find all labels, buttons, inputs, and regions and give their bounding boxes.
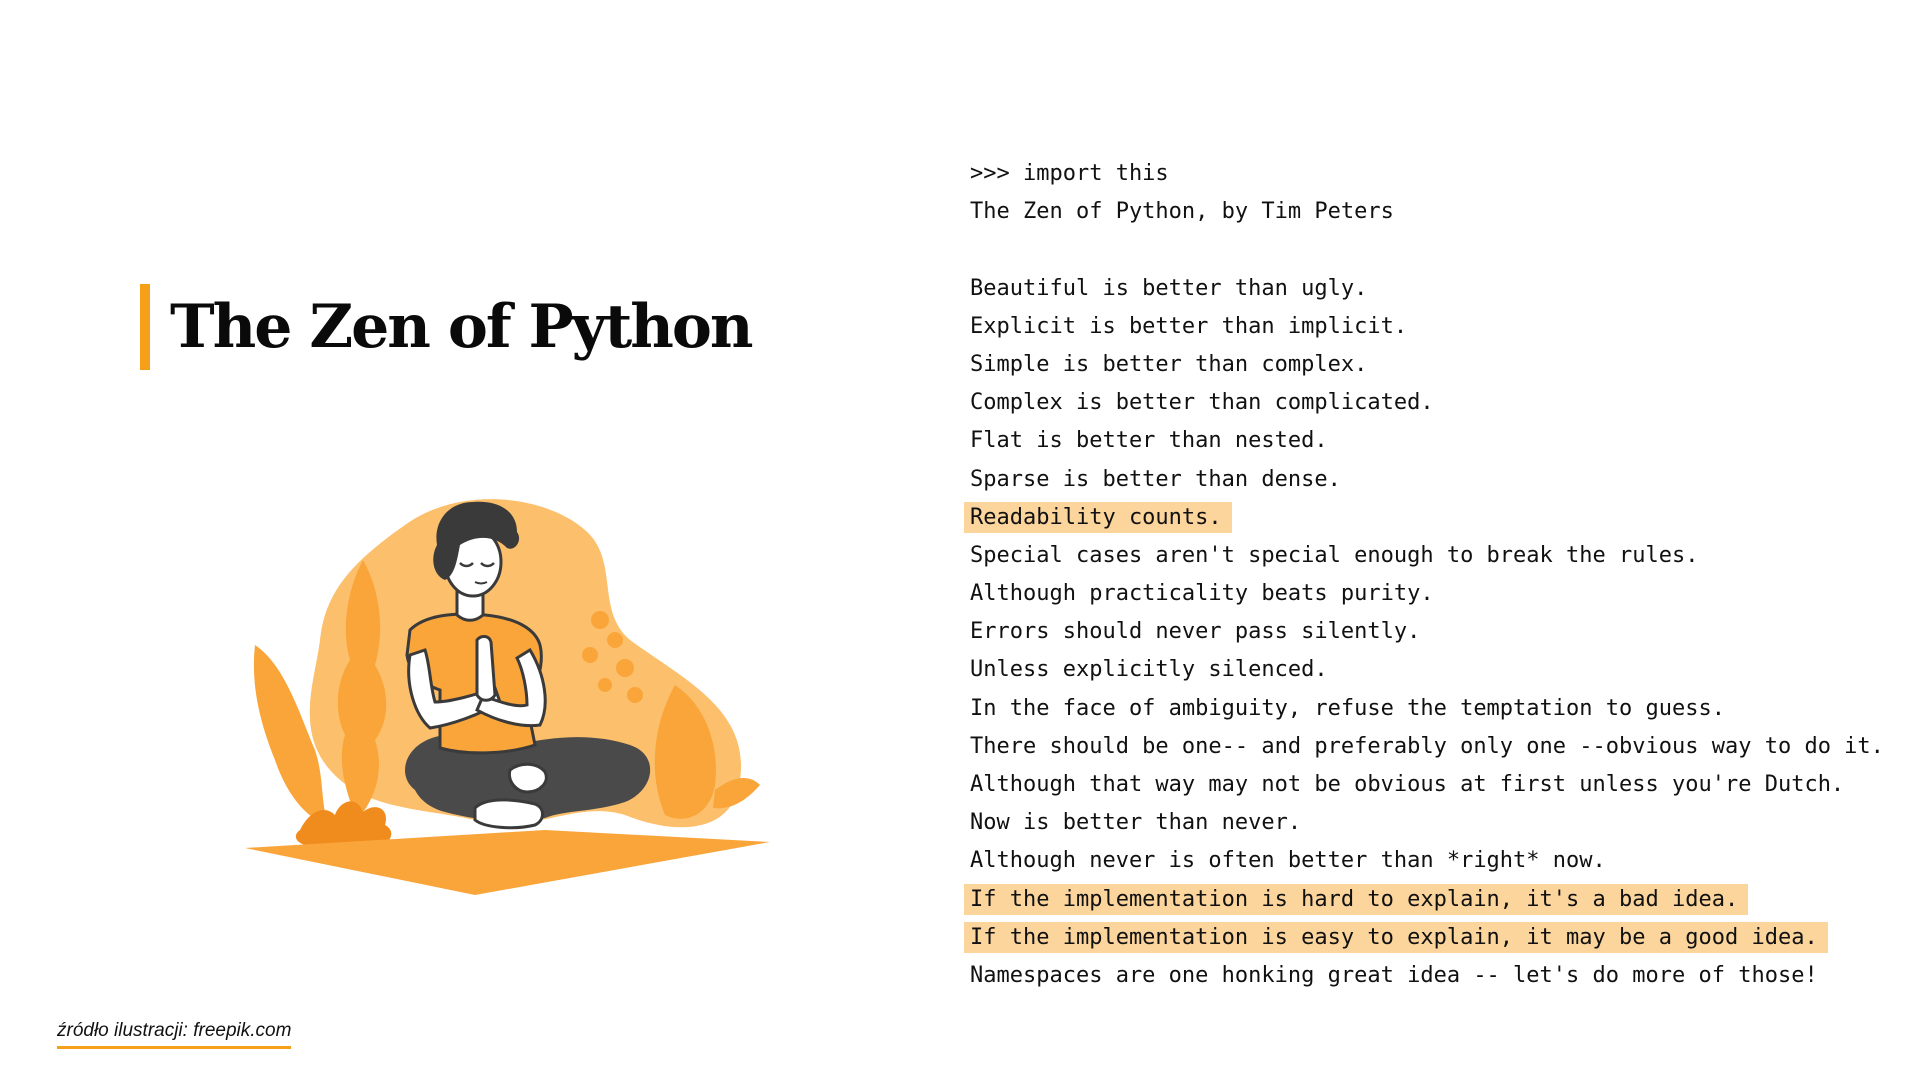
code-line-highlighted: Readability counts. — [964, 499, 1910, 537]
code-line-text: If the implementation is easy to explain… — [964, 921, 1828, 953]
code-line: Although never is often better than *rig… — [970, 842, 1910, 880]
person-foot-left — [473, 798, 544, 830]
zen-of-python-code: >>> import this The Zen of Python, by Tim… — [964, 155, 1910, 995]
code-line: There should be one-- and preferably onl… — [970, 728, 1910, 766]
meditation-illustration — [245, 499, 770, 895]
code-line: Simple is better than complex. — [970, 346, 1910, 384]
code-line-text: Flat is better than nested. — [970, 428, 1328, 454]
code-line: Complex is better than complicated. — [970, 384, 1910, 422]
code-line: Although that way may not be obvious at … — [970, 766, 1910, 804]
code-line: Flat is better than nested. — [970, 422, 1910, 460]
code-line: In the face of ambiguity, refuse the tem… — [970, 690, 1910, 728]
title-accent-bar — [140, 284, 150, 370]
code-line-text: Unless explicitly silenced. — [970, 657, 1328, 683]
code-line: Beautiful is better than ugly. — [970, 270, 1910, 308]
code-line-highlighted: If the implementation is hard to explain… — [964, 881, 1910, 919]
code-line: Namespaces are one honking great idea --… — [970, 957, 1910, 995]
code-line-text: Complex is better than complicated. — [970, 390, 1434, 416]
code-line: Now is better than never. — [970, 804, 1910, 842]
code-line-text: Now is better than never. — [970, 810, 1302, 836]
code-line-text: Namespaces are one honking great idea --… — [970, 962, 1818, 988]
title-block: The Zen of Python — [140, 284, 753, 370]
code-line: Sparse is better than dense. — [970, 461, 1910, 499]
code-line: Explicit is better than implicit. — [970, 308, 1910, 346]
code-line: Although practicality beats purity. — [970, 575, 1910, 613]
code-line-text: Explicit is better than implicit. — [970, 313, 1408, 339]
code-line — [970, 231, 1910, 269]
illustration-source-note: źródło ilustracji: freepik.com — [57, 1020, 292, 1049]
code-line-text: Although never is often better than *rig… — [970, 848, 1606, 874]
code-line: >>> import this — [970, 155, 1910, 193]
code-line-highlighted: If the implementation is easy to explain… — [964, 919, 1910, 957]
code-line-text: Errors should never pass silently. — [970, 619, 1421, 645]
code-line-text: There should be one-- and preferably onl… — [970, 733, 1884, 759]
person-hands — [475, 635, 497, 702]
code-line-text: The Zen of Python, by Tim Peters — [970, 199, 1394, 225]
code-line: Unless explicitly silenced. — [970, 651, 1910, 689]
page-title: The Zen of Python — [170, 292, 753, 362]
person-foot-right — [507, 762, 548, 794]
code-line-text: Sparse is better than dense. — [970, 466, 1341, 492]
code-line-text: If the implementation is hard to explain… — [964, 883, 1749, 915]
code-line-text: Although practicality beats purity. — [970, 581, 1434, 607]
code-line: The Zen of Python, by Tim Peters — [970, 193, 1910, 231]
code-line-text: Simple is better than complex. — [970, 351, 1368, 377]
code-line-text: Readability counts. — [964, 501, 1232, 533]
code-line-text: In the face of ambiguity, refuse the tem… — [970, 695, 1725, 721]
code-line-text: Although that way may not be obvious at … — [970, 772, 1845, 797]
code-line-text: >>> import this — [970, 161, 1169, 186]
code-line: Special cases aren't special enough to b… — [970, 537, 1910, 575]
code-line-text: Special cases aren't special enough to b… — [970, 542, 1699, 568]
code-line-text: Beautiful is better than ugly. — [970, 275, 1368, 301]
code-line: Errors should never pass silently. — [970, 613, 1910, 651]
